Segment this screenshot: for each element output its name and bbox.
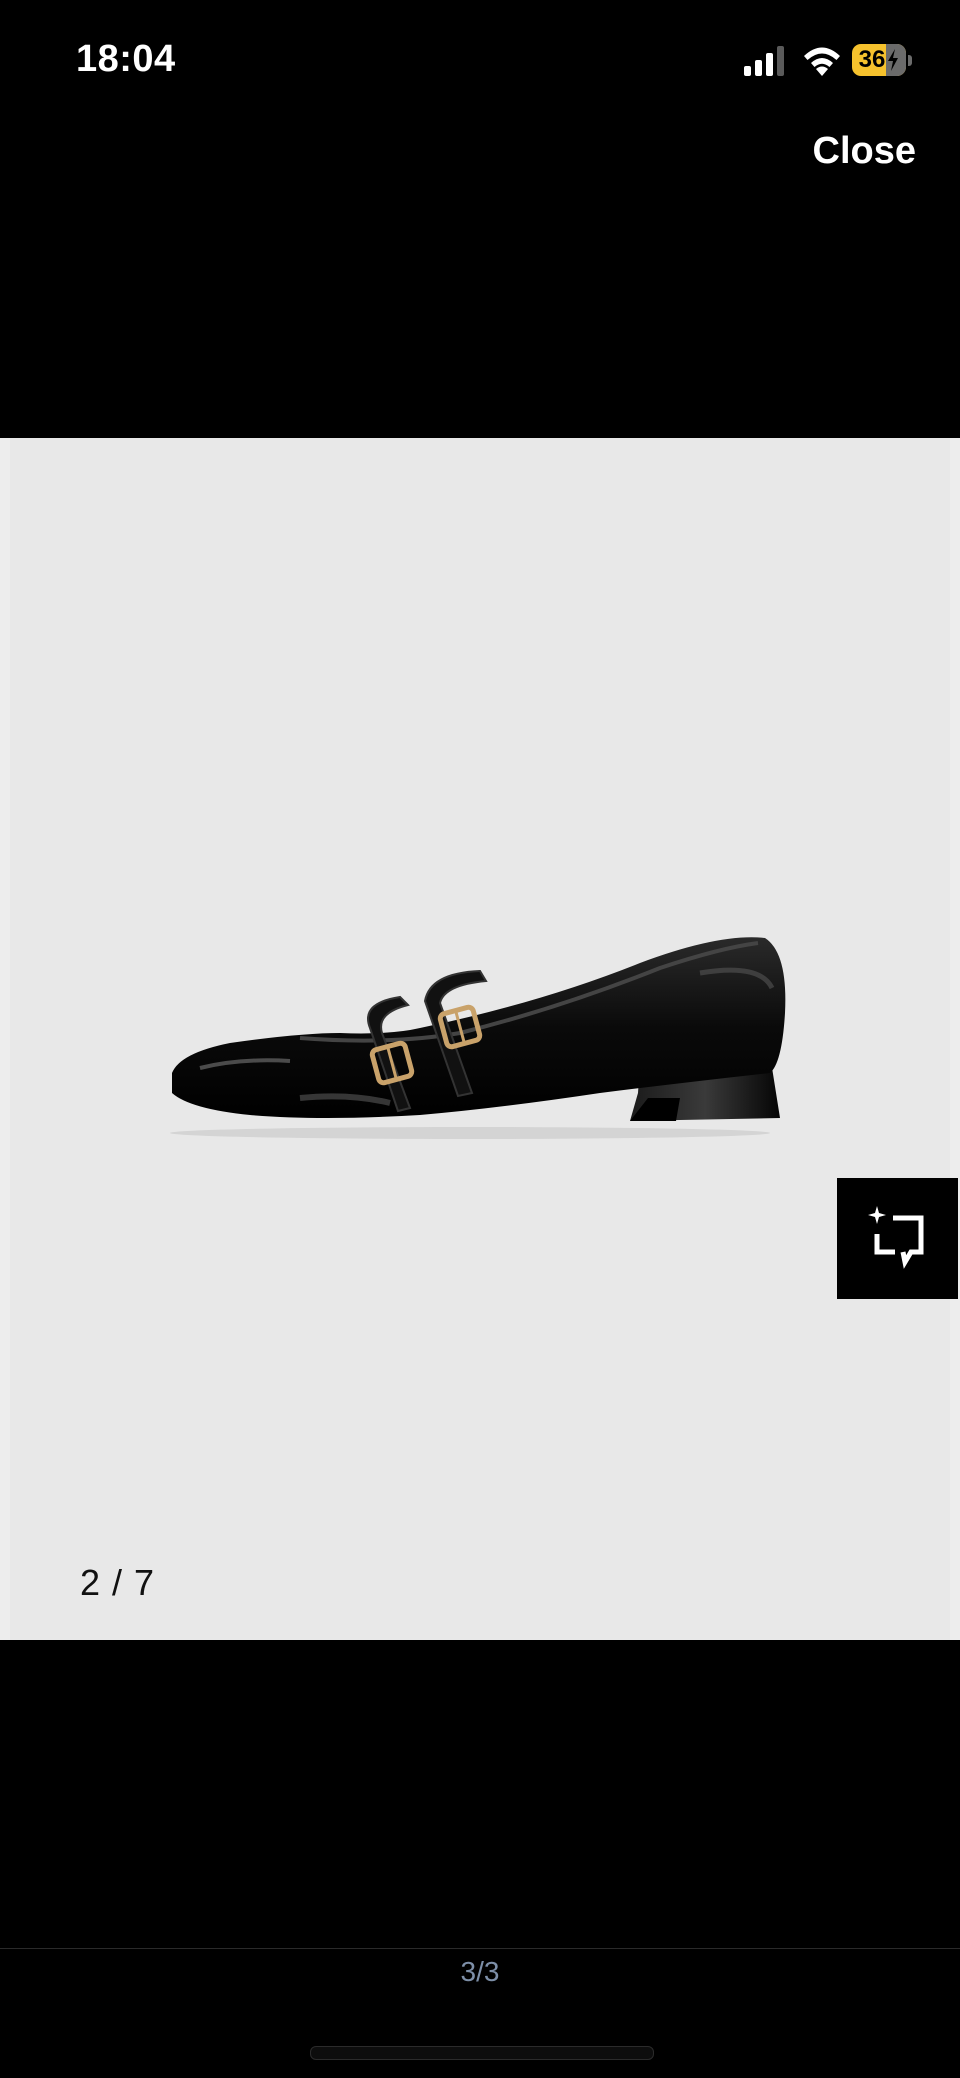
image-panel: 2 / 7	[10, 438, 950, 1640]
close-button[interactable]: Close	[813, 130, 916, 173]
status-bar: 18:04 36	[0, 0, 960, 120]
battery-level: 36	[858, 46, 886, 73]
charging-bolt-icon	[888, 49, 898, 71]
home-indicator[interactable]	[310, 2046, 654, 2060]
visual-search-button[interactable]	[837, 1178, 958, 1299]
image-viewer[interactable]: 2 / 7	[0, 438, 960, 1640]
battery-charging-icon: 36	[852, 44, 912, 78]
product-image	[170, 937, 786, 1139]
bottom-page-indicator: 3/3	[460, 1956, 500, 1987]
bottom-divider	[0, 1948, 960, 1949]
cellular-signal-icon	[744, 46, 784, 76]
visual-search-icon	[868, 1206, 924, 1269]
image-page-counter: 2 / 7	[80, 1562, 156, 1603]
battery-tip	[908, 55, 912, 66]
wifi-icon	[804, 47, 840, 76]
status-time: 18:04	[76, 38, 176, 80]
